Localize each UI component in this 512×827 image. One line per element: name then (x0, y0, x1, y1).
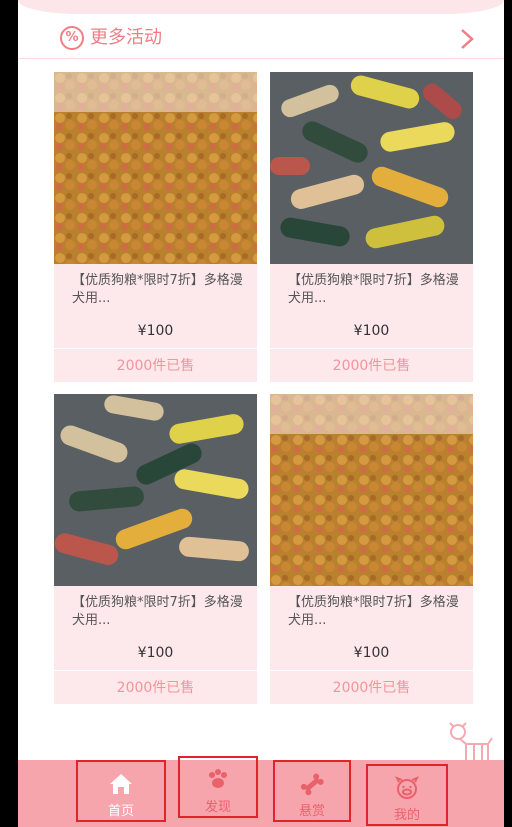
paw-icon (209, 769, 227, 788)
screen-edge (504, 0, 512, 827)
divider (270, 670, 473, 671)
product-image-kibble[interactable] (54, 72, 257, 264)
bottom-tab-bar: 首页 发现 悬赏 我的 (18, 756, 504, 827)
tab-label: 我的 (393, 808, 420, 823)
product-price: ¥100 (137, 645, 174, 661)
product-title: 【优质狗粮*限时7折】多格漫犬用... (288, 595, 459, 628)
tab-home[interactable]: 首页 (76, 760, 166, 822)
product-card[interactable]: 【优质狗粮*限时7折】多格漫犬用... ¥100 2000件已售 (270, 72, 473, 382)
tab-label: 首页 (107, 804, 134, 819)
product-card[interactable]: 【优质狗粮*限时7折】多格漫犬用... ¥100 2000件已售 (270, 394, 473, 704)
product-title: 【优质狗粮*限时7折】多格漫犬用... (288, 273, 459, 306)
product-sold-count: 2000件已售 (116, 358, 195, 374)
product-image-bone-biscuits[interactable] (54, 394, 257, 586)
product-price: ¥100 (137, 323, 174, 339)
tab-label: 悬赏 (298, 804, 325, 819)
product-sold-count: 2000件已售 (332, 358, 411, 374)
home-icon (110, 774, 132, 794)
header-banner-edge (18, 0, 504, 14)
tab-mine[interactable]: 我的 (366, 764, 448, 826)
product-image-kibble[interactable] (270, 394, 473, 586)
bone-icon (300, 773, 324, 796)
product-title: 【优质狗粮*限时7折】多格漫犬用... (72, 273, 243, 306)
more-activities-label: 更多活动 (90, 27, 162, 48)
pig-face-icon (394, 776, 420, 799)
product-card[interactable]: 【优质狗粮*限时7折】多格漫犬用... ¥100 2000件已售 (54, 72, 257, 382)
product-image-bone-biscuits[interactable] (270, 72, 473, 264)
tab-reward[interactable]: 悬赏 (273, 760, 351, 822)
divider (54, 348, 257, 349)
product-sold-count: 2000件已售 (116, 680, 195, 696)
more-activities-row[interactable]: % 更多活动 (18, 20, 504, 59)
product-sold-count: 2000件已售 (332, 680, 411, 696)
divider (54, 670, 257, 671)
product-price: ¥100 (353, 645, 390, 661)
product-title: 【优质狗粮*限时7折】多格漫犬用... (72, 595, 243, 628)
chevron-right-icon[interactable] (458, 26, 476, 52)
product-card[interactable]: 【优质狗粮*限时7折】多格漫犬用... ¥100 2000件已售 (54, 394, 257, 704)
divider (270, 348, 473, 349)
app-screen: % 更多活动 【优质狗粮*限时7折】多格漫犬用... ¥100 2000件已售 … (18, 0, 504, 827)
percent-badge-icon: % (60, 26, 84, 50)
tab-label: 发现 (204, 800, 231, 815)
product-price: ¥100 (353, 323, 390, 339)
tab-discover[interactable]: 发现 (178, 756, 258, 818)
